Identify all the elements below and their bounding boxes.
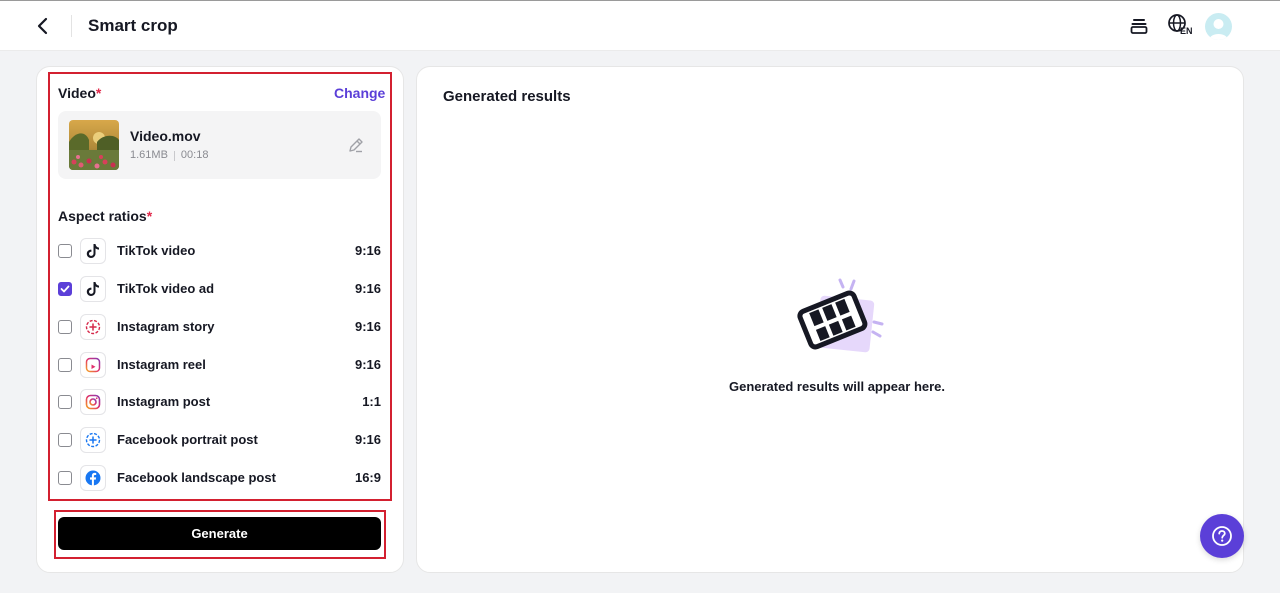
instagram-reel-icon <box>80 352 106 378</box>
tiktok-icon <box>80 238 106 264</box>
pencil-icon <box>349 138 363 153</box>
ratio-label: Instagram post <box>117 394 211 409</box>
stack-icon <box>1130 19 1148 34</box>
ratio-label: Facebook portrait post <box>117 432 258 447</box>
ratio-checkbox[interactable] <box>58 244 72 258</box>
layers-button[interactable] <box>1126 13 1152 39</box>
video-thumbnail <box>69 120 119 170</box>
ratio-value: 9:16 <box>354 357 381 372</box>
ratio-value: 9:16 <box>354 319 381 334</box>
video-file-meta: 1.61MB 00:18 <box>130 149 208 162</box>
ratio-option-instagram-story[interactable]: Instagram story 9:16 <box>58 312 381 342</box>
checkmark-icon <box>60 285 70 293</box>
instagram-story-icon <box>80 314 106 340</box>
aspect-section-title: Aspect ratios* <box>58 207 152 225</box>
language-code: EN <box>1180 26 1193 36</box>
ratio-option-instagram-post[interactable]: Instagram post 1:1 <box>58 387 381 417</box>
ratio-label: TikTok video <box>117 243 196 258</box>
facebook-icon <box>80 465 106 491</box>
facebook-story-icon <box>80 427 106 453</box>
generate-button[interactable]: Generate <box>58 517 381 550</box>
ratio-checkbox[interactable] <box>58 358 72 372</box>
ratio-option-tiktok-video[interactable]: TikTok video 9:16 <box>58 236 381 266</box>
question-mark-icon <box>1212 526 1232 546</box>
video-file-size: 1.61MB <box>130 149 168 161</box>
ratio-option-instagram-reel[interactable]: Instagram reel 9:16 <box>58 350 381 380</box>
required-mark: * <box>146 208 153 224</box>
back-button[interactable] <box>30 13 56 39</box>
ratio-checkbox[interactable] <box>58 471 72 485</box>
video-section-label: Video <box>58 85 96 101</box>
video-file-card: Video.mov 1.61MB 00:18 <box>58 111 381 179</box>
film-empty-icon <box>790 276 890 366</box>
help-button[interactable] <box>1200 514 1244 558</box>
ratio-value: 9:16 <box>354 281 381 296</box>
meta-separator <box>173 150 175 161</box>
user-avatar-icon <box>1209 19 1228 40</box>
page-title: Smart crop <box>88 16 178 35</box>
video-section-title: Video* <box>58 84 101 102</box>
video-file-name: Video.mov <box>130 128 201 144</box>
required-mark: * <box>95 85 102 101</box>
ratio-checkbox[interactable] <box>58 395 72 409</box>
ratio-label: TikTok video ad <box>117 281 215 296</box>
aspect-section-label: Aspect ratios <box>58 208 147 224</box>
top-header: Smart crop EN <box>0 0 1280 51</box>
ratio-label: Facebook landscape post <box>117 470 276 485</box>
change-video-link[interactable]: Change <box>334 84 385 102</box>
instagram-icon <box>80 389 106 415</box>
tiktok-icon <box>80 276 106 302</box>
results-title: Generated results <box>443 88 571 105</box>
video-thumbnail-image <box>69 120 119 170</box>
language-button[interactable]: EN <box>1167 13 1193 39</box>
ratio-checkbox-checked[interactable] <box>58 282 72 296</box>
video-duration: 00:18 <box>180 149 209 161</box>
user-avatar[interactable] <box>1205 13 1232 40</box>
chevron-left-icon <box>37 17 48 35</box>
ratio-label: Instagram reel <box>117 357 206 372</box>
ratio-value: 9:16 <box>354 243 381 258</box>
ratio-option-facebook-landscape[interactable]: Facebook landscape post 16:9 <box>58 463 381 493</box>
ratio-label: Instagram story <box>117 319 215 334</box>
ratio-value: 16:9 <box>354 470 381 485</box>
edit-video-button[interactable] <box>347 136 365 154</box>
ratio-checkbox[interactable] <box>58 320 72 334</box>
ratio-option-facebook-portrait[interactable]: Facebook portrait post 9:16 <box>58 425 381 455</box>
ratio-checkbox[interactable] <box>58 433 72 447</box>
header-divider <box>71 15 72 37</box>
ratio-value: 9:16 <box>354 432 381 447</box>
empty-state-text: Generated results will appear here. <box>728 379 946 394</box>
ratio-option-tiktok-video-ad[interactable]: TikTok video ad 9:16 <box>58 274 381 304</box>
ratio-value: 1:1 <box>362 394 381 409</box>
